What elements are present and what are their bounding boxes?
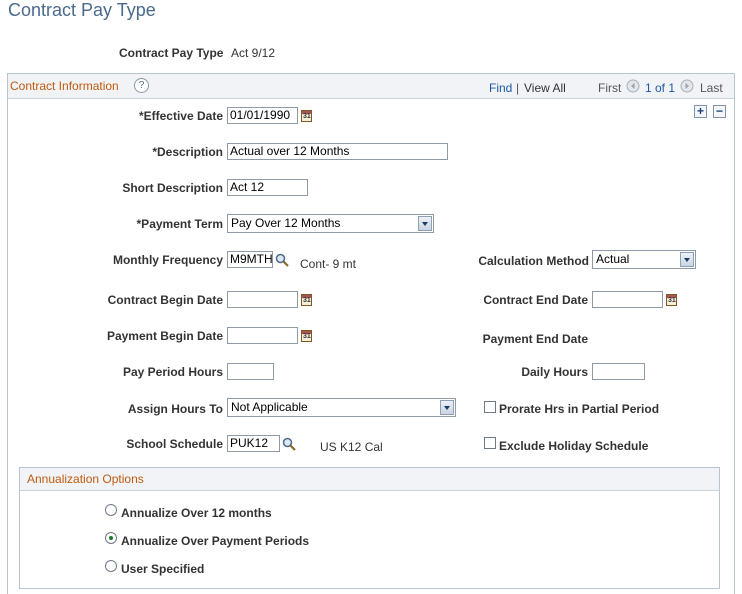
find-separator: | <box>516 81 520 95</box>
calendar-icon[interactable] <box>666 294 677 306</box>
chevron-down-icon[interactable] <box>440 400 454 415</box>
contract-end-date-input[interactable] <box>592 291 663 308</box>
row-range: 1 of 1 <box>645 81 676 95</box>
contract-begin-date-label: Contract Begin Date <box>107 293 223 307</box>
calendar-icon[interactable] <box>301 294 312 306</box>
calculation-method-value: Actual <box>596 252 630 266</box>
delete-row-button[interactable]: − <box>713 105 726 118</box>
payment-term-value: Pay Over 12 Months <box>231 216 341 230</box>
payment-begin-date-label: Payment Begin Date <box>106 329 223 343</box>
contract-pay-type-value: Act 9/12 <box>231 46 276 60</box>
effective-date-label: *Effective Date <box>138 109 223 123</box>
payment-begin-date-input[interactable] <box>227 327 298 344</box>
short-description-label: Short Description <box>122 181 223 195</box>
payment-term-label: *Payment Term <box>136 217 223 231</box>
pay-period-hours-input[interactable] <box>227 363 274 380</box>
help-icon[interactable]: ? <box>134 78 149 93</box>
daily-hours-label: Daily Hours <box>521 365 588 379</box>
lookup-icon[interactable] <box>275 253 289 267</box>
monthly-frequency-input[interactable]: M9MTH <box>227 251 273 268</box>
calculation-method-select[interactable]: Actual <box>592 250 696 269</box>
next-arrow-icon[interactable] <box>680 79 694 93</box>
calendar-icon[interactable] <box>301 330 312 342</box>
monthly-frequency-description: Cont- 9 mt <box>300 257 357 271</box>
annualize-12-months-radio[interactable] <box>105 504 117 516</box>
find-link[interactable]: Find <box>489 81 512 95</box>
prorate-checkbox[interactable] <box>484 401 496 413</box>
description-label: *Description <box>152 145 223 159</box>
calendar-icon[interactable] <box>301 110 312 122</box>
annualize-12-months-label: Annualize Over 12 months <box>121 506 272 520</box>
chevron-down-icon[interactable] <box>418 216 432 231</box>
contract-information-title: Contract Information <box>10 79 119 93</box>
annualize-payment-periods-label: Annualize Over Payment Periods <box>121 534 310 548</box>
calculation-method-label: Calculation Method <box>478 254 589 268</box>
monthly-frequency-label: Monthly Frequency <box>112 253 223 267</box>
contract-end-date-label: Contract End Date <box>483 293 588 307</box>
effective-date-input[interactable]: 01/01/1990 <box>227 107 298 124</box>
previous-arrow-icon[interactable] <box>626 79 640 93</box>
exclude-holiday-checkbox[interactable] <box>484 437 496 449</box>
lookup-icon[interactable] <box>282 437 296 451</box>
pay-period-hours-label: Pay Period Hours <box>122 365 223 379</box>
annualize-payment-periods-radio[interactable] <box>105 532 117 544</box>
first-label: First <box>598 81 622 95</box>
assign-hours-to-label: Assign Hours To <box>127 402 223 416</box>
school-schedule-label: School Schedule <box>126 437 223 451</box>
last-label: Last <box>700 81 723 95</box>
payment-end-date-label: Payment End Date <box>482 332 588 346</box>
contract-begin-date-input[interactable] <box>227 291 298 308</box>
annualization-options-title: Annualization Options <box>27 472 144 486</box>
assign-hours-to-select[interactable]: Not Applicable <box>227 398 456 417</box>
daily-hours-input[interactable] <box>592 363 645 380</box>
chevron-down-icon[interactable] <box>680 252 694 267</box>
school-schedule-input[interactable]: PUK12 <box>227 435 280 452</box>
exclude-holiday-label: Exclude Holiday Schedule <box>499 439 649 453</box>
user-specified-label: User Specified <box>121 562 205 576</box>
description-input[interactable]: Actual over 12 Months <box>227 143 448 160</box>
page-title: Contract Pay Type <box>8 0 156 20</box>
user-specified-radio[interactable] <box>105 560 117 572</box>
payment-term-select[interactable]: Pay Over 12 Months <box>227 214 434 233</box>
school-schedule-description: US K12 Cal <box>320 440 383 454</box>
assign-hours-to-value: Not Applicable <box>231 400 308 414</box>
short-description-input[interactable]: Act 12 <box>227 179 308 196</box>
add-row-button[interactable]: + <box>694 105 707 118</box>
prorate-label: Prorate Hrs in Partial Period <box>499 402 660 416</box>
view-all-link[interactable]: View All <box>524 81 566 95</box>
contract-pay-type-label: Contract Pay Type <box>119 46 224 60</box>
